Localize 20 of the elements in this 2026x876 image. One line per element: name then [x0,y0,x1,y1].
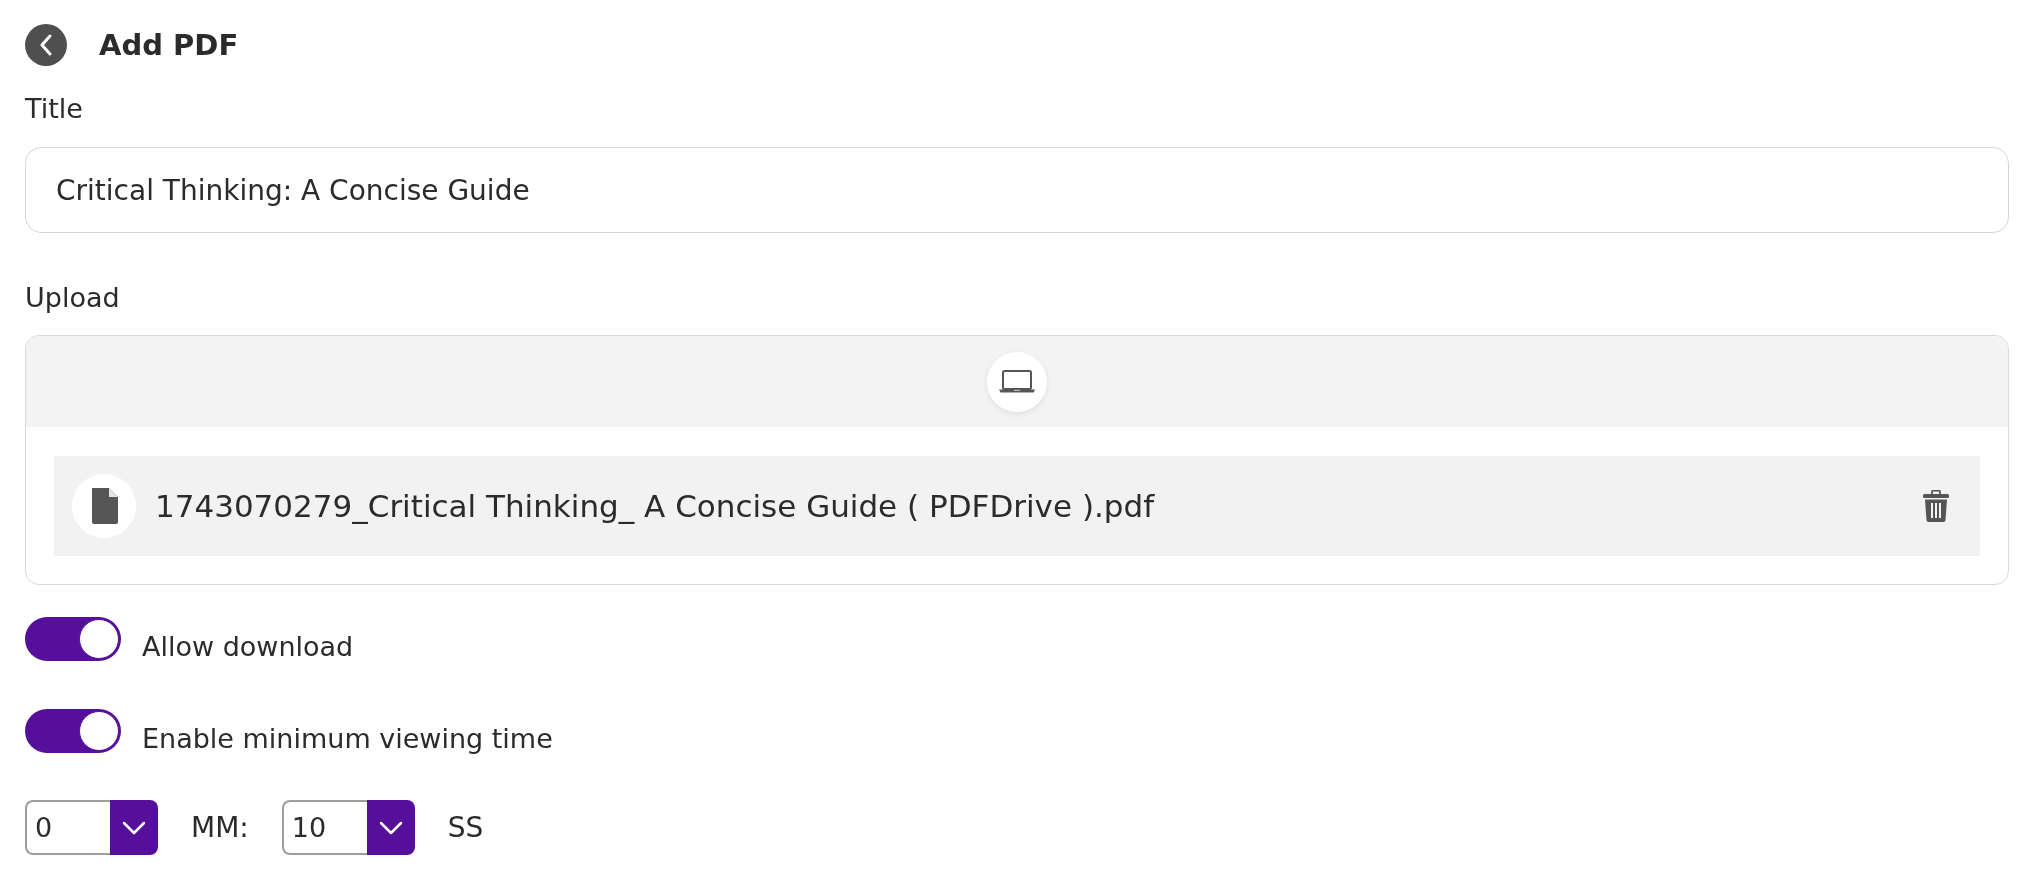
back-button[interactable] [25,24,67,66]
time-unit-label: MM: [191,811,249,844]
dropdown-button[interactable] [366,800,415,855]
toggle-switch[interactable] [25,709,121,753]
chevron-left-icon [39,34,53,56]
chevron-down-icon [122,820,146,835]
laptop-icon [999,370,1035,393]
toggle-switch[interactable] [25,617,121,661]
page-title: Add PDF [99,27,239,63]
field-label: Upload [25,282,120,314]
file-icon [72,474,136,538]
file-name: 1743070279_Critical Thinking_ A Concise Guide ( PDFDrive ).pdf [155,488,1156,524]
time-unit-label: SS [447,811,484,844]
toggle-label: Allow download [142,631,354,663]
field-label: Title [25,93,83,125]
title-field[interactable]: Critical Thinking: A Concise Guide [25,147,2009,233]
toggle-label: Enable minimum viewing time [142,723,553,755]
dropdown-button[interactable] [110,800,158,855]
trash-icon[interactable] [1923,490,1949,522]
chevron-down-icon [378,820,403,835]
